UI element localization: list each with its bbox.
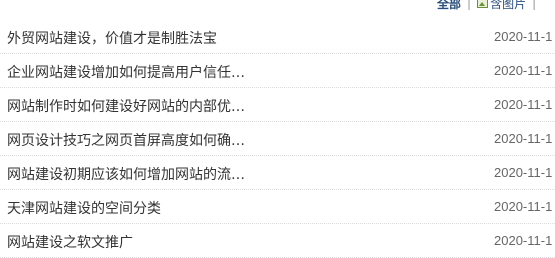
news-title-link[interactable]: 外贸网站建设，价值才是制胜法宝 bbox=[7, 28, 217, 48]
list-item: 企业网站建设增加如何提高用户信任… 2020-11-1 bbox=[0, 54, 555, 88]
filter-separator-2: | bbox=[532, 0, 537, 10]
news-list: 外贸网站建设，价值才是制胜法宝 2020-11-1 企业网站建设增加如何提高用户… bbox=[0, 20, 555, 258]
news-date: 2020-11-1 bbox=[494, 131, 553, 146]
filter-all-link[interactable]: 全部 bbox=[437, 0, 461, 12]
list-item: 天津网站建设的空间分类 2020-11-1 bbox=[0, 190, 555, 224]
list-item: 网站建设之软文推广 2020-11-1 bbox=[0, 224, 555, 258]
news-title-link[interactable]: 网站制作时如何建设好网站的内部优… bbox=[7, 96, 245, 116]
news-date: 2020-11-1 bbox=[494, 233, 553, 248]
news-title-link[interactable]: 网页设计技巧之网页首屏高度如何确… bbox=[7, 130, 245, 150]
news-title-link[interactable]: 网站建设之软文推广 bbox=[7, 232, 133, 252]
list-item: 网站建设初期应该如何增加网站的流… 2020-11-1 bbox=[0, 156, 555, 190]
filter-bar: 全部 | 含图片 | bbox=[437, 0, 542, 11]
image-icon bbox=[477, 0, 489, 8]
news-title-link[interactable]: 天津网站建设的空间分类 bbox=[7, 198, 161, 218]
filter-with-images-link[interactable]: 含图片 bbox=[490, 0, 526, 12]
list-item: 网页设计技巧之网页首屏高度如何确… 2020-11-1 bbox=[0, 122, 555, 156]
news-date: 2020-11-1 bbox=[494, 165, 553, 180]
news-date: 2020-11-1 bbox=[494, 97, 553, 112]
news-title-link[interactable]: 网站建设初期应该如何增加网站的流… bbox=[7, 164, 245, 184]
filter-separator: | bbox=[467, 0, 472, 10]
list-item: 网站制作时如何建设好网站的内部优… 2020-11-1 bbox=[0, 88, 555, 122]
news-title-link[interactable]: 企业网站建设增加如何提高用户信任… bbox=[7, 62, 245, 82]
news-date: 2020-11-1 bbox=[494, 199, 553, 214]
news-date: 2020-11-1 bbox=[494, 63, 553, 78]
news-date: 2020-11-1 bbox=[494, 29, 553, 44]
list-item: 外贸网站建设，价值才是制胜法宝 2020-11-1 bbox=[0, 20, 555, 54]
